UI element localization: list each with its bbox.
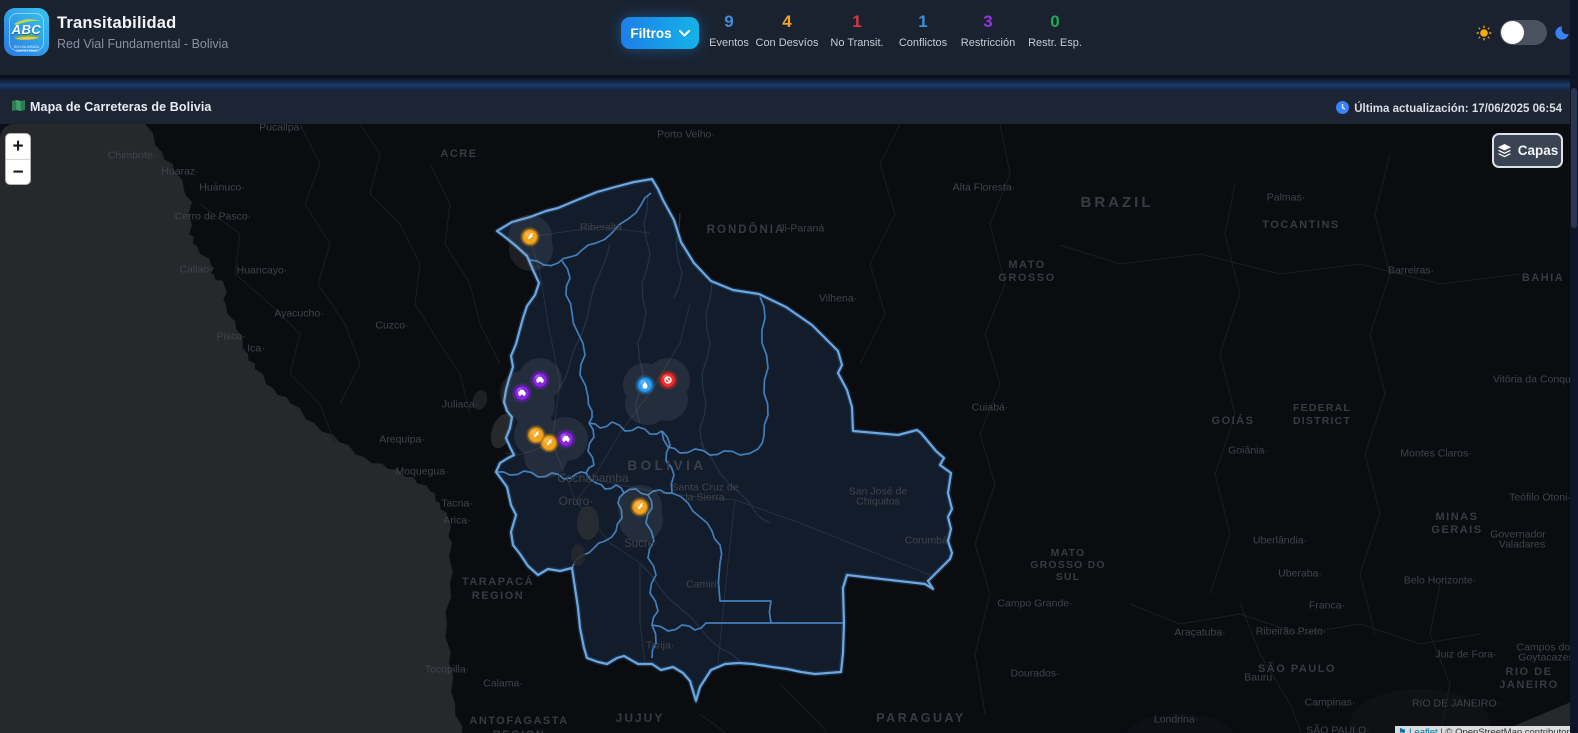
svg-text:Pucallpa·: Pucallpa· xyxy=(259,124,303,134)
svg-text:Dourados·: Dourados· xyxy=(1010,668,1059,680)
svg-text:ANTOFAGASTA: ANTOFAGASTA xyxy=(469,715,568,727)
svg-text:BRAZIL: BRAZIL xyxy=(1081,194,1154,211)
svg-text:REGION: REGION xyxy=(472,590,524,602)
svg-text:GERAIS: GERAIS xyxy=(1431,524,1482,536)
svg-text:Goiânia·: Goiânia· xyxy=(1228,445,1268,457)
svg-text:Porto Velho·: Porto Velho· xyxy=(657,129,715,141)
svg-text:Londrina·: Londrina· xyxy=(1154,714,1198,726)
svg-text:Uberlândia·: Uberlândia· xyxy=(1253,535,1307,547)
svg-text:Goytacazes: Goytacazes xyxy=(1518,652,1573,664)
svg-text:Calama·: Calama· xyxy=(483,678,523,690)
svg-text:Juiz de Fora·: Juiz de Fora· xyxy=(1435,649,1496,661)
svg-text:TARAPACÁ: TARAPACÁ xyxy=(462,575,534,588)
svg-text:PARAGUAY: PARAGUAY xyxy=(876,711,965,725)
svg-text:ACRE: ACRE xyxy=(440,148,477,160)
svg-text:Valadares: Valadares xyxy=(1499,539,1546,551)
svg-text:Cuzco·: Cuzco· xyxy=(375,320,408,332)
svg-text:Teófilo Otoni·: Teófilo Otoni· xyxy=(1509,492,1571,504)
svg-text:Araçatuba·: Araçatuba· xyxy=(1174,627,1225,639)
svg-text:Montes Claros·: Montes Claros· xyxy=(1400,448,1471,460)
svg-text:Arequipa·: Arequipa· xyxy=(379,434,425,446)
svg-text:TOCANTINS: TOCANTINS xyxy=(1262,219,1339,231)
svg-text:Juliaca·: Juliaca· xyxy=(442,399,478,411)
svg-text:Tarija·: Tarija· xyxy=(646,640,675,652)
svg-text:GROSSO DO: GROSSO DO xyxy=(1030,559,1106,571)
svg-text:Camiri·: Camiri· xyxy=(686,579,720,591)
svg-text:Chiquitos: Chiquitos xyxy=(856,496,900,508)
svg-text:GROSSO: GROSSO xyxy=(998,272,1055,284)
svg-text:Huancayo·: Huancayo· xyxy=(237,265,288,277)
svg-text:SÃO PAULO·: SÃO PAULO· xyxy=(1306,724,1369,733)
svg-text:Franca·: Franca· xyxy=(1309,600,1345,612)
svg-text:BOLIVIA: BOLIVIA xyxy=(627,458,706,473)
svg-text:Riberalta: Riberalta xyxy=(580,222,622,234)
svg-text:Arica·: Arica· xyxy=(443,515,470,527)
svg-text:JUJUY: JUJUY xyxy=(616,711,665,725)
svg-text:RONDÔNIA: RONDÔNIA xyxy=(707,223,786,236)
svg-text:MINAS: MINAS xyxy=(1436,511,1479,523)
svg-text:Cochabamba: Cochabamba xyxy=(557,471,629,485)
svg-text:Ayacucho·: Ayacucho· xyxy=(274,308,323,320)
svg-text:Callao·: Callao· xyxy=(179,264,212,276)
svg-text:Alta Floresta·: Alta Floresta· xyxy=(953,182,1015,194)
svg-text:Chimbote·: Chimbote· xyxy=(108,150,156,162)
svg-text:Uberaba·: Uberaba· xyxy=(1278,568,1322,580)
svg-text:Huaraz·: Huaraz· xyxy=(161,166,198,178)
svg-text:Pisco·: Pisco· xyxy=(216,331,245,343)
svg-text:BAHIA: BAHIA xyxy=(1522,272,1564,284)
svg-text:Huánuco·: Huánuco· xyxy=(199,182,245,194)
svg-text:Cuiabá·: Cuiabá· xyxy=(972,402,1009,414)
svg-text:FEDERAL: FEDERAL xyxy=(1293,402,1351,414)
svg-text:Campo Grande·: Campo Grande· xyxy=(997,598,1072,610)
svg-text:la Sierra: la Sierra xyxy=(685,492,724,504)
svg-text:Ica·: Ica· xyxy=(247,343,265,355)
svg-text:RIO DE: RIO DE xyxy=(1506,666,1553,678)
svg-text:SÃO PAULO: SÃO PAULO xyxy=(1258,662,1336,675)
svg-text:Barreiras·: Barreiras· xyxy=(1388,265,1434,277)
svg-text:REGION: REGION xyxy=(493,729,545,733)
svg-text:RIO DE JANEIRO·: RIO DE JANEIRO· xyxy=(1412,698,1500,710)
svg-text:Oruro·: Oruro· xyxy=(559,494,594,508)
svg-text:Palmas·: Palmas· xyxy=(1267,192,1306,204)
svg-text:Cerro de Pasco·: Cerro de Pasco· xyxy=(175,211,251,223)
svg-text:GOIÁS: GOIÁS xyxy=(1212,414,1255,427)
svg-text:JANEIRO: JANEIRO xyxy=(1499,679,1558,691)
svg-text:Belo Horizonte·: Belo Horizonte· xyxy=(1404,575,1476,587)
svg-text:Ribeirão Preto·: Ribeirão Preto· xyxy=(1256,626,1327,638)
svg-text:Campinas·: Campinas· xyxy=(1305,697,1356,709)
svg-text:CARRETERAS: CARRETERAS xyxy=(16,49,38,53)
svg-text:MATO: MATO xyxy=(1051,547,1086,559)
svg-text:MATO: MATO xyxy=(1008,259,1045,271)
svg-text:Vitória da Conquista: Vitória da Conquista xyxy=(1493,374,1578,386)
svg-text:Tacna·: Tacna· xyxy=(441,498,473,510)
svg-text:SUL: SUL xyxy=(1056,571,1081,583)
svg-text:Corumbá·: Corumbá· xyxy=(905,535,952,547)
svg-text:DISTRICT: DISTRICT xyxy=(1293,415,1351,427)
svg-text:Moquegua·: Moquegua· xyxy=(395,466,448,478)
svg-text:Vilhena·: Vilhena· xyxy=(819,293,857,305)
svg-text:Tocopilla·: Tocopilla· xyxy=(425,664,469,676)
